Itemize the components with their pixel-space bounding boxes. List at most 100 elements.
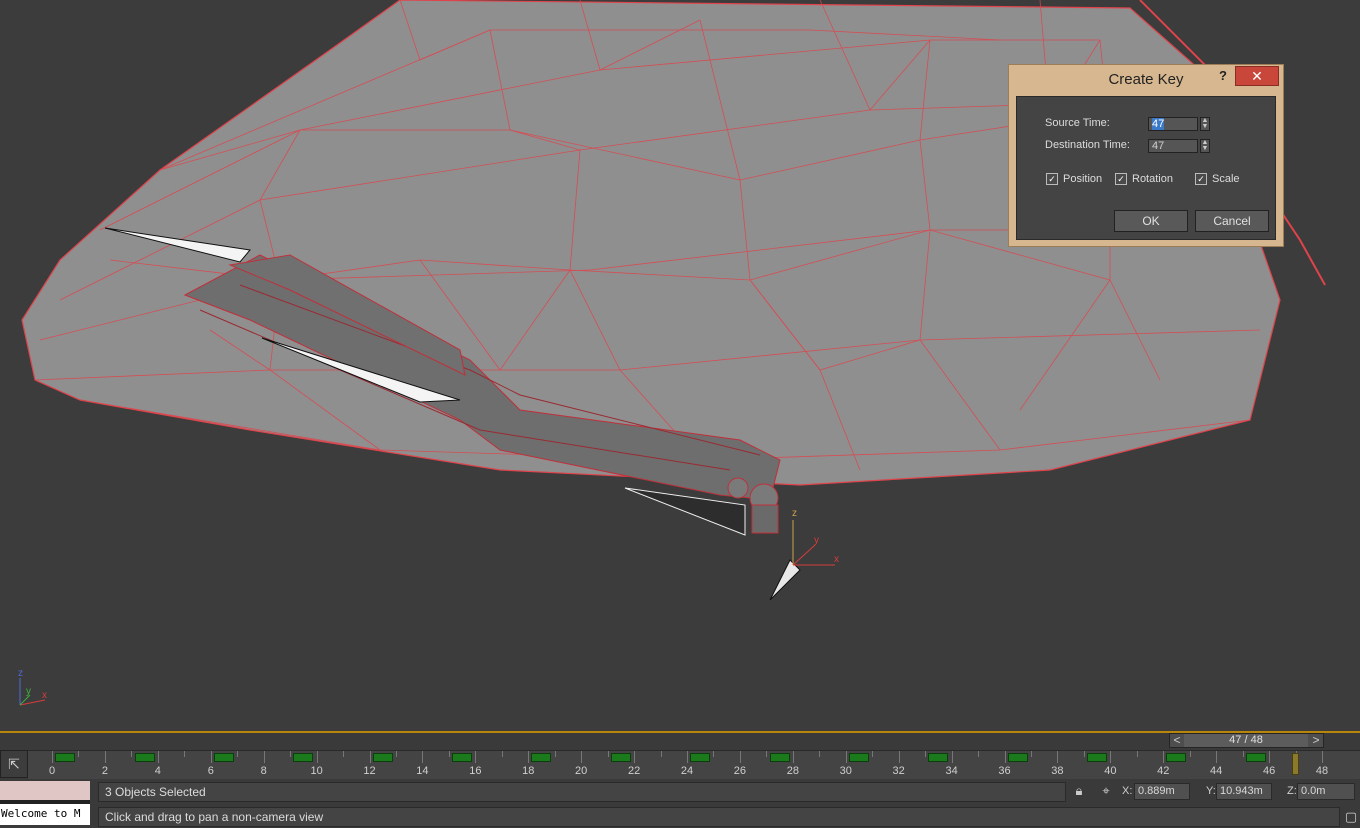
trackbar-label: 36 (998, 765, 1011, 777)
gizmo-y-label: y (814, 535, 819, 546)
time-slider-thumb[interactable]: 47 / 48 (1184, 734, 1308, 747)
trackbar-label: 40 (1104, 765, 1117, 777)
current-frame-marker (1291, 753, 1299, 775)
animation-key[interactable] (1166, 753, 1187, 762)
time-slider[interactable]: < 47 / 48 > (1169, 733, 1324, 748)
check-icon: ✓ (1046, 173, 1058, 186)
animation-key[interactable] (213, 753, 234, 762)
trackbar-tick (131, 751, 133, 757)
destination-time-input[interactable]: 47 (1148, 139, 1198, 153)
svg-text:z: z (18, 668, 23, 679)
svg-text:x: x (42, 690, 47, 701)
trackbar-tick (475, 751, 477, 763)
animation-key[interactable] (848, 753, 869, 762)
trackbar-tick (872, 751, 874, 757)
animation-key[interactable] (610, 753, 631, 762)
curve-editor-icon[interactable]: ⇱ (0, 750, 28, 778)
cone-object (769, 559, 801, 601)
trackbar[interactable]: 0 2 4 6 8 10 12 14 16 18 20 22 24 26 28 30 32 34 36 38 40 42 4… (28, 750, 1360, 779)
trackbar-label: 28 (786, 765, 799, 777)
trackbar-tick (1189, 751, 1191, 757)
next-frame-button[interactable]: > (1309, 733, 1323, 747)
trackbar-label: 26 (733, 765, 747, 777)
animation-key[interactable] (134, 753, 155, 762)
trackbar-label: 44 (1210, 765, 1223, 777)
trackbar-tick (157, 751, 159, 763)
trackbar-tick (1110, 751, 1112, 763)
trackbar-tick (343, 751, 345, 757)
animation-key[interactable] (690, 753, 711, 762)
listener-input[interactable] (0, 781, 90, 800)
trackbar-label: 38 (1051, 765, 1064, 777)
trackbar-label: 20 (575, 765, 588, 777)
animation-key[interactable] (1087, 753, 1108, 762)
trackbar-tick (1269, 751, 1271, 763)
animation-key[interactable] (372, 753, 393, 762)
perspective-viewport[interactable]: z x y z x y Create Key ? ✕ Source Time: … (0, 0, 1360, 733)
trackbar-label: 32 (892, 765, 905, 777)
position-checkbox[interactable]: ✓ Position (1046, 173, 1102, 186)
selection-status: 3 Objects Selected (98, 782, 1066, 802)
animation-key[interactable] (928, 753, 949, 762)
trackbar-tick (581, 751, 583, 763)
rotation-checkbox[interactable]: ✓ Rotation (1115, 173, 1173, 186)
cancel-button[interactable]: Cancel (1195, 210, 1269, 232)
y-coord-field[interactable]: 10.943m (1216, 783, 1272, 800)
trackbar-label: 0 (48, 765, 56, 777)
trackbar-tick (925, 751, 927, 757)
x-coord-label: X: (1122, 785, 1133, 797)
animation-key[interactable] (531, 753, 552, 762)
trackbar-tick (607, 751, 609, 757)
animation-key[interactable] (55, 753, 76, 762)
trackbar-tick (184, 751, 186, 757)
trackbar-tick (898, 751, 900, 763)
trackbar-tick (766, 751, 768, 757)
window-icon[interactable]: ▢ (1343, 809, 1359, 825)
trackbar-tick (263, 751, 265, 763)
source-time-spinner[interactable]: ▲ ▼ (1200, 117, 1210, 131)
trackbar-label: 4 (154, 765, 161, 777)
trackbar-tick (1030, 751, 1032, 757)
animation-key[interactable] (1245, 753, 1266, 762)
animation-key[interactable] (452, 753, 473, 762)
lock-icon[interactable]: 🔒︎ (1071, 783, 1087, 799)
animation-key[interactable] (293, 753, 314, 762)
scale-label: Scale (1212, 173, 1240, 185)
trackbar-tick (422, 751, 424, 763)
destination-time-spinner[interactable]: ▲ ▼ (1200, 139, 1210, 153)
trackbar-label: 8 (260, 765, 267, 777)
gizmo-x-label: x (834, 554, 839, 565)
create-key-dialog: Create Key ? ✕ Source Time: 47 ▲ ▼ Destin… (1008, 64, 1284, 247)
trackbar-label: 18 (522, 765, 535, 777)
trackbar-tick (448, 751, 450, 757)
trackbar-label: 42 (1157, 765, 1170, 777)
prev-frame-button[interactable]: < (1170, 733, 1184, 747)
maxscript-listener[interactable]: Welcome to M (0, 781, 90, 825)
trackbar-tick (687, 751, 688, 763)
ok-button[interactable]: OK (1114, 210, 1188, 232)
time-slider-bar (0, 733, 1360, 750)
trackbar-tick (78, 751, 80, 757)
close-button[interactable]: ✕ (1235, 66, 1279, 86)
scale-checkbox[interactable]: ✓ Scale (1195, 173, 1240, 186)
trackbar-tick (1083, 751, 1085, 757)
trackbar-tick (501, 751, 503, 757)
trackbar-label: 24 (680, 765, 694, 777)
animation-key[interactable] (1007, 753, 1028, 762)
trackbar-tick (104, 751, 106, 763)
x-coord-field[interactable]: 0.889m (1134, 783, 1190, 800)
source-time-input[interactable]: 47 (1148, 117, 1198, 131)
z-coord-field[interactable]: 0.0m (1297, 783, 1355, 800)
trackbar-label: 22 (627, 765, 641, 777)
trackbar-tick (210, 751, 212, 763)
trackbar-tick (369, 751, 371, 763)
absolute-mode-icon[interactable]: ⌖ (1098, 783, 1114, 799)
trackbar-tick (660, 751, 662, 757)
trackbar-tick (951, 751, 953, 763)
trackbar-tick (1136, 751, 1138, 757)
prompt-line: Click and drag to pan a non-camera view (98, 807, 1340, 827)
help-button[interactable]: ? (1219, 68, 1227, 83)
dialog-titlebar[interactable]: Create Key ? ✕ (1009, 65, 1283, 95)
animation-key[interactable] (769, 753, 790, 762)
source-time-label: Source Time: (1045, 117, 1110, 129)
